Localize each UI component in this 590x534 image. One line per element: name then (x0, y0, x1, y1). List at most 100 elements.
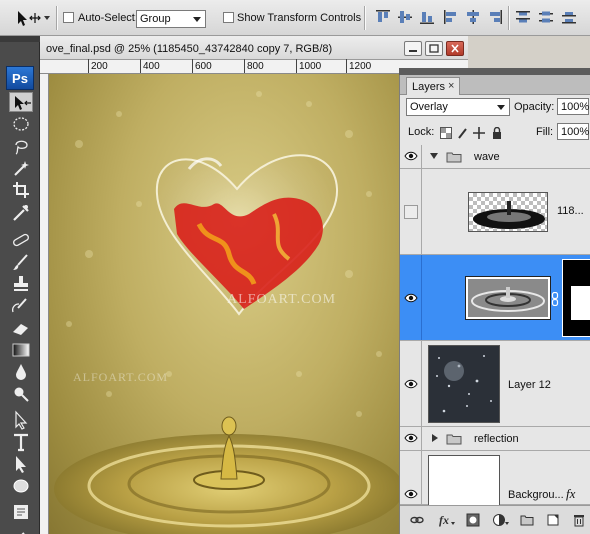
tab-layers-label: Layers (412, 81, 446, 93)
close-button[interactable] (446, 41, 464, 56)
history-brush-icon (12, 298, 27, 313)
tools-panel: Ps (0, 36, 40, 534)
chevron-down-icon (193, 17, 201, 22)
ellipse-tool[interactable] (9, 476, 33, 496)
align-bottom-icon[interactable] (419, 9, 435, 25)
history-brush-tool[interactable] (9, 296, 33, 316)
visibility-toggle[interactable] (400, 145, 422, 168)
new-group-icon[interactable] (520, 513, 534, 527)
vertical-ruler[interactable] (40, 74, 49, 534)
layer-row-group-wave[interactable]: wave (400, 145, 590, 169)
layers-tab-strip: Layers × (400, 75, 590, 95)
path-selection-icon (16, 456, 26, 473)
image-canvas[interactable]: ALFOART.COM ALFOART.COM (49, 74, 400, 534)
auto-select-checkbox[interactable] (63, 12, 74, 23)
lasso-tool[interactable] (9, 136, 33, 156)
collapse-triangle-icon[interactable] (432, 434, 438, 442)
dodge-tool[interactable] (9, 384, 33, 404)
panel-dock-bar[interactable] (399, 68, 590, 75)
expand-triangle-icon[interactable] (430, 153, 438, 159)
crop-tool[interactable] (9, 180, 33, 200)
mask-image (571, 286, 590, 320)
align-hcenter-icon[interactable] (465, 9, 481, 25)
visibility-toggle[interactable] (400, 341, 422, 426)
show-transform-checkbox[interactable] (223, 12, 234, 23)
tab-layers[interactable]: Layers × (406, 77, 460, 95)
document-title-bar[interactable]: ove_final.psd @ 25% (1185450_43742840 co… (40, 36, 468, 60)
layer-row-group-reflection[interactable]: reflection (400, 427, 590, 451)
eraser-tool[interactable] (9, 318, 33, 338)
lock-pixels-icon[interactable] (457, 127, 469, 139)
options-separator (364, 6, 365, 30)
auto-select-dropdown[interactable]: Group (136, 10, 206, 28)
align-top-icon[interactable] (375, 9, 391, 25)
move-tool-icon (15, 96, 31, 110)
layer-mask-thumbnail[interactable] (562, 259, 590, 337)
chevron-down-icon (497, 105, 505, 110)
lock-all-icon[interactable] (491, 127, 503, 139)
show-transform-label: Show Transform Controls (237, 12, 362, 24)
marquee-tool[interactable] (9, 114, 33, 134)
layers-panel: Layers × Overlay Opacity: 100% Lock: Fil… (399, 68, 590, 534)
align-left-icon[interactable] (443, 9, 459, 25)
distribute-vcenter-icon[interactable] (538, 9, 554, 25)
add-mask-icon[interactable] (466, 513, 480, 527)
layer-row-selected[interactable] (400, 255, 590, 341)
magic-wand-icon (14, 161, 29, 176)
adjustment-layer-icon[interactable] (492, 513, 510, 527)
visibility-toggle[interactable] (400, 451, 422, 504)
new-layer-icon[interactable] (546, 513, 560, 527)
chain-link-icon[interactable] (551, 292, 559, 306)
ruler-label: 400 (143, 61, 160, 72)
notes-icon (14, 505, 28, 519)
lock-position-icon[interactable] (473, 127, 485, 139)
eyedropper-icon (13, 205, 29, 221)
visibility-toggle[interactable] (400, 255, 422, 340)
artwork-heart-splash (54, 91, 400, 534)
close-icon[interactable]: × (448, 80, 454, 92)
fill-field[interactable]: 100% (557, 123, 589, 140)
blend-mode-dropdown[interactable]: Overlay (406, 98, 510, 116)
bandage-icon (13, 233, 29, 247)
layer-row-layer-12[interactable]: Layer 12 (400, 341, 590, 427)
delete-layer-icon[interactable] (572, 513, 586, 527)
stamp-icon (14, 276, 28, 291)
notes-tool[interactable] (9, 502, 33, 522)
tool-preset-picker[interactable] (10, 7, 52, 29)
move-tool[interactable] (9, 92, 33, 112)
fill-label: Fill: (536, 126, 554, 138)
magic-wand-tool[interactable] (9, 158, 33, 178)
brush-tool[interactable] (9, 252, 33, 272)
layer-thumbnail (468, 192, 548, 232)
lock-transparency-icon[interactable] (440, 127, 452, 139)
clone-stamp-tool[interactable] (9, 274, 33, 294)
path-tool[interactable] (9, 410, 33, 430)
layer-row-118[interactable]: 118... (400, 169, 590, 255)
type-tool[interactable] (9, 432, 33, 452)
eyedropper-small-tool[interactable] (9, 524, 33, 534)
distribute-bottom-icon[interactable] (561, 9, 577, 25)
gradient-tool[interactable] (9, 340, 33, 360)
minimize-button[interactable] (404, 41, 422, 56)
align-vcenter-icon[interactable] (397, 9, 413, 25)
maximize-button[interactable] (425, 41, 443, 56)
tools-panel-grip[interactable] (0, 36, 40, 42)
align-right-icon[interactable] (487, 9, 503, 25)
visibility-toggle[interactable] (400, 169, 422, 254)
blur-tool[interactable] (9, 362, 33, 382)
fx-icon[interactable]: fx (438, 513, 456, 527)
path-selection-tool[interactable] (9, 454, 33, 474)
distribute-top-icon[interactable] (515, 9, 531, 25)
eyedropper-tool[interactable] (9, 202, 33, 222)
visibility-toggle[interactable] (400, 427, 422, 450)
options-separator (56, 6, 57, 30)
opacity-field[interactable]: 100% (557, 98, 589, 115)
brush-icon (13, 254, 28, 270)
fx-badge[interactable]: fx (566, 486, 575, 502)
layer-row-background[interactable]: Backgrou... fx (400, 451, 590, 515)
link-layers-icon[interactable] (410, 513, 424, 527)
layer-name: 118... (557, 205, 584, 217)
maximize-icon (429, 44, 439, 53)
drop-icon (16, 364, 26, 380)
healing-brush-tool[interactable] (9, 230, 33, 250)
